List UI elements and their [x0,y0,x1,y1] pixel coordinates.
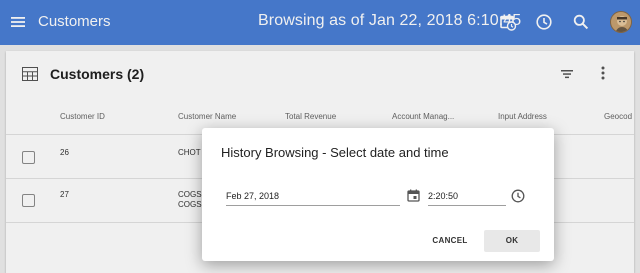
date-field[interactable]: Feb 27, 2018 [226,186,400,206]
clock-picker-icon[interactable] [511,189,525,203]
time-field[interactable]: 2:20:50 [428,186,506,206]
calendar-icon[interactable] [407,189,420,202]
ok-button[interactable]: OK [484,230,540,252]
history-browsing-dialog: History Browsing - Select date and time … [202,128,554,261]
dialog-title: History Browsing - Select date and time [221,145,449,160]
cancel-button[interactable]: CANCEL [422,230,478,252]
